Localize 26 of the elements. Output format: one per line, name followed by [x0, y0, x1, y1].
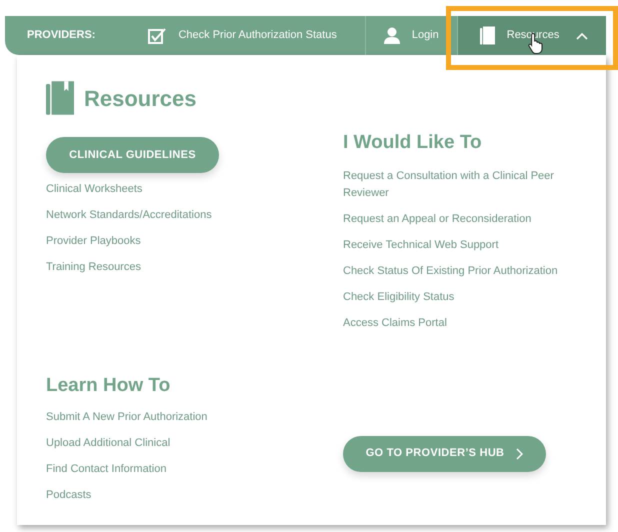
menu-link[interactable]: Provider Playbooks: [46, 233, 343, 250]
menu-link[interactable]: Upload Additional Clinical: [46, 435, 343, 452]
menu-link[interactable]: Find Contact Information: [46, 461, 343, 478]
menu-title: Resources: [84, 84, 197, 112]
menu-link[interactable]: Submit A New Prior Authorization: [46, 409, 343, 426]
user-icon: [384, 27, 400, 44]
clinical-guidelines-button[interactable]: CLINICAL GUIDELINES: [46, 137, 219, 173]
menu-link[interactable]: Request an Appeal or Reconsideration: [343, 210, 583, 228]
book-icon: [480, 26, 495, 45]
menu-link[interactable]: Receive Technical Web Support: [343, 236, 583, 254]
book-icon: [46, 80, 74, 116]
menu-link[interactable]: Access Claims Portal: [343, 314, 583, 332]
section-heading: Learn How To: [46, 374, 172, 398]
menu-link[interactable]: Training Resources: [46, 259, 343, 276]
menu-link[interactable]: Check Status Of Existing Prior Authorization: [343, 262, 583, 280]
menu-link[interactable]: Network Standards/Accreditations: [46, 207, 343, 224]
menu-link[interactable]: Check Eligibility Status: [343, 288, 583, 306]
menu-link[interactable]: Podcasts: [46, 487, 343, 504]
nav-label: PROVIDERS:: [26, 28, 96, 44]
chevron-right-icon: [516, 448, 524, 460]
providers-hub-button[interactable]: GO TO PROVIDER’S HUB: [343, 436, 546, 472]
menu-link[interactable]: Clinical Worksheets: [46, 181, 343, 198]
nav-tab[interactable]: Check Prior Authorization Status: [129, 16, 365, 55]
menu-link[interactable]: Request a Consultation with a Clinical Peer Reviewer: [343, 168, 583, 202]
section-heading: I Would Like To: [343, 131, 483, 155]
checkbox-icon: [148, 26, 166, 44]
